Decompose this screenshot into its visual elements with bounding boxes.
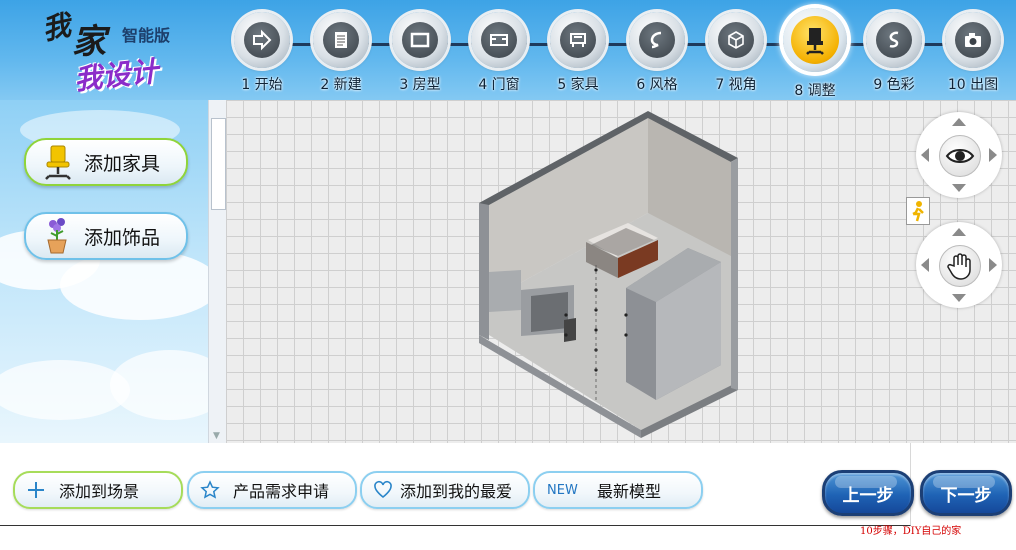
pan-right-icon[interactable] <box>989 258 997 272</box>
camera-icon <box>965 33 981 47</box>
color-icon <box>889 31 899 48</box>
view-rotate-control[interactable] <box>916 112 1002 198</box>
app-logo: 我 家 我设计 智能版 <box>38 4 188 96</box>
view-pan-control[interactable] <box>916 222 1002 308</box>
rotate-left-icon[interactable] <box>921 148 929 162</box>
logo-char-1: 我 <box>39 8 74 47</box>
office-chair-icon <box>34 142 80 182</box>
step-4-door-window[interactable]: 4 门窗 <box>463 8 535 100</box>
cloud-decoration <box>110 350 210 420</box>
add-furniture-label: 添加家具 <box>84 152 161 175</box>
scroll-down-arrow-icon[interactable]: ▼ <box>213 431 220 441</box>
step-10-render[interactable]: 10 出图 <box>937 8 1009 100</box>
hand-icon[interactable] <box>939 245 981 287</box>
step-8-adjust[interactable]: 8 调整 <box>779 8 851 100</box>
product-request-button[interactable]: 产品需求申请 <box>187 471 357 509</box>
step-label: 7 视角 <box>715 77 757 93</box>
pan-down-icon[interactable] <box>952 294 966 302</box>
latest-models-button[interactable]: NEW 最新模型 <box>533 471 703 509</box>
pan-up-icon[interactable] <box>952 228 966 236</box>
step-9-color[interactable]: 9 色彩 <box>858 8 930 100</box>
step-label: 10 出图 <box>947 77 999 93</box>
walk-person-icon[interactable] <box>906 197 930 225</box>
next-step-label: 下一步 <box>940 485 992 506</box>
step-7-view[interactable]: 7 视角 <box>700 8 772 100</box>
vertical-scrollbar[interactable]: ▼ <box>208 100 227 443</box>
step-button[interactable] <box>550 12 606 68</box>
eye-icon[interactable] <box>939 135 981 177</box>
add-furniture-button[interactable]: 添加家具 <box>24 138 188 186</box>
cloud-decoration <box>60 250 210 320</box>
star-icon <box>197 477 223 503</box>
arrow-right-icon <box>253 29 272 51</box>
logo-subtitle: 我设计 <box>72 54 160 97</box>
step-button[interactable] <box>234 12 290 68</box>
tagline-text: 10步骤，DIY自己的家 <box>860 526 962 537</box>
chair-icon <box>806 28 824 55</box>
heart-icon <box>370 477 396 503</box>
step-label: 9 色彩 <box>873 77 915 93</box>
step-5-furniture[interactable]: 5 家具 <box>542 8 614 100</box>
new-badge: NEW <box>547 482 578 498</box>
rotate-up-icon[interactable] <box>952 118 966 126</box>
step-label: 4 门窗 <box>478 77 520 93</box>
step-button[interactable] <box>708 12 764 68</box>
edition-label: 智能版 <box>122 26 171 45</box>
plus-icon <box>23 477 49 503</box>
scrollbar-thumb[interactable] <box>211 118 226 210</box>
product-request-label: 产品需求申请 <box>233 482 330 501</box>
next-step-button[interactable]: 下一步 <box>920 470 1012 516</box>
room-icon <box>410 32 430 48</box>
flower-pot-icon <box>34 216 80 256</box>
add-favorite-button[interactable]: 添加到我的最爱 <box>360 471 530 509</box>
prev-step-label: 上一步 <box>842 485 894 506</box>
step-button-active[interactable] <box>783 8 847 72</box>
step-label: 8 调整 <box>794 83 836 99</box>
add-to-scene-label: 添加到场景 <box>59 482 140 501</box>
add-favorite-label: 添加到我的最爱 <box>400 482 513 501</box>
pan-left-icon[interactable] <box>921 258 929 272</box>
design-canvas[interactable] <box>226 100 1016 443</box>
furniture-icon <box>570 33 586 47</box>
step-button[interactable] <box>471 12 527 68</box>
style-icon <box>650 31 662 49</box>
step-label: 3 房型 <box>399 77 441 93</box>
step-label: 6 风格 <box>636 77 678 93</box>
step-6-style[interactable]: 6 风格 <box>621 8 693 100</box>
cube-icon <box>728 31 744 49</box>
room-3d-view[interactable] <box>226 100 1016 443</box>
rotate-right-icon[interactable] <box>989 148 997 162</box>
step-button[interactable] <box>392 12 448 68</box>
prev-step-button[interactable]: 上一步 <box>822 470 914 516</box>
step-1-start[interactable]: 1 开始 <box>226 8 298 100</box>
bottom-action-panel: 添加到场景 产品需求申请 添加到我的最爱 NEW 最新模型 <box>0 443 911 526</box>
door-window-icon <box>490 34 508 46</box>
step-bar: 1 开始 2 新建 3 房型 4 门窗 5 家具 6 风格 7 视角 8 调整 … <box>226 8 1006 100</box>
step-3-room[interactable]: 3 房型 <box>384 8 456 100</box>
add-decoration-button[interactable]: 添加饰品 <box>24 212 188 260</box>
add-to-scene-button[interactable]: 添加到场景 <box>13 471 183 509</box>
step-label: 5 家具 <box>557 77 599 93</box>
step-button[interactable] <box>866 12 922 68</box>
step-label: 2 新建 <box>320 77 362 93</box>
add-decoration-label: 添加饰品 <box>84 226 161 249</box>
step-label: 1 开始 <box>241 77 283 93</box>
document-icon <box>335 32 347 48</box>
step-button[interactable] <box>945 12 1001 68</box>
bottom-toolbar: 添加到场景 产品需求申请 添加到我的最爱 NEW 最新模型 上一步 下一步 10… <box>0 443 1016 550</box>
rotate-down-icon[interactable] <box>952 184 966 192</box>
step-button[interactable] <box>629 12 685 68</box>
step-button[interactable] <box>313 12 369 68</box>
step-2-new[interactable]: 2 新建 <box>305 8 377 100</box>
latest-models-label: 最新模型 <box>597 482 662 501</box>
